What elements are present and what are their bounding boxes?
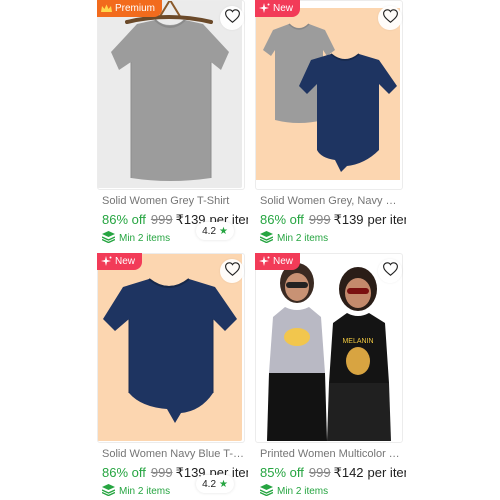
product-image[interactable] <box>255 0 400 188</box>
min-order-label: Min 2 items <box>277 486 329 497</box>
product-image[interactable] <box>97 253 242 441</box>
product-grid: Premium 4.2 ★ Solid Women Grey T-Shirt 8… <box>0 0 500 500</box>
layers-icon <box>259 231 274 246</box>
discount-label: 86% off <box>102 212 146 227</box>
rating-badge: 4.2 ★ <box>196 475 234 493</box>
product-title[interactable]: Solid Women Grey T-Shirt <box>97 195 245 207</box>
price-unit: per item <box>367 465 406 480</box>
original-price: 999 <box>308 465 331 480</box>
heart-icon <box>224 8 240 28</box>
product-title[interactable]: Solid Women Navy Blue T-Shirt <box>97 448 245 460</box>
rating-badge: 4.2 ★ <box>196 222 234 240</box>
price-unit: per item <box>367 212 406 227</box>
new-badge: New <box>255 253 301 270</box>
models-printed-tshirts-image: MELANIN <box>255 253 400 441</box>
product-card[interactable]: New 4.2 ★ Solid Women Navy Blue T-Shirt … <box>97 253 248 499</box>
shirt-print-text: MELANIN <box>342 338 373 345</box>
badge-label: New <box>115 256 136 267</box>
min-order: Min 2 items <box>255 484 406 499</box>
badge-label: Premium <box>115 3 156 14</box>
product-image[interactable]: MELANIN <box>255 253 400 441</box>
product-title[interactable]: Solid Women Grey, Navy Blue T-Shirt <box>255 195 403 207</box>
premium-badge: Premium <box>97 0 163 17</box>
crown-icon <box>101 4 112 13</box>
heart-icon <box>224 261 240 281</box>
discount-label: 85% off <box>260 465 304 480</box>
grey-navy-tshirts-image <box>255 8 400 180</box>
product-card[interactable]: Premium 4.2 ★ Solid Women Grey T-Shirt 8… <box>97 0 248 246</box>
product-title[interactable]: Printed Women Multicolor T-Shirt <box>255 448 403 460</box>
layers-icon <box>259 484 274 499</box>
min-order: Min 2 items <box>255 231 406 246</box>
wishlist-button[interactable] <box>378 6 402 30</box>
sparkle-icon <box>259 256 270 267</box>
price-row: 85% off 999 ₹142 per item <box>255 465 406 481</box>
discount-label: 86% off <box>102 465 146 480</box>
layers-icon <box>101 484 116 499</box>
rating-value: 4.2 <box>202 478 217 490</box>
heart-icon <box>382 8 398 28</box>
sale-price: ₹142 <box>333 465 364 480</box>
sparkle-icon <box>101 256 112 267</box>
sparkle-icon <box>259 3 270 14</box>
heart-icon <box>382 261 398 281</box>
new-badge: New <box>255 0 301 17</box>
badge-label: New <box>273 3 294 14</box>
navy-tshirt-image <box>103 278 237 423</box>
layers-icon <box>101 231 116 246</box>
star-icon: ★ <box>219 478 228 490</box>
sale-price: ₹139 <box>333 212 364 227</box>
wishlist-button[interactable] <box>220 6 244 30</box>
star-icon: ★ <box>219 225 228 237</box>
original-price: 999 <box>308 212 331 227</box>
product-image[interactable] <box>97 0 242 188</box>
grey-tshirt-image <box>111 0 229 181</box>
new-badge: New <box>97 253 143 270</box>
discount-label: 86% off <box>260 212 304 227</box>
min-order-label: Min 2 items <box>277 233 329 244</box>
price-row: 86% off 999 ₹139 per item <box>255 212 406 228</box>
wishlist-button[interactable] <box>220 259 244 283</box>
original-price: 999 <box>150 465 173 480</box>
badge-label: New <box>273 256 294 267</box>
product-card[interactable]: MELANIN New Printed Women Multicolor T-S… <box>255 253 406 499</box>
min-order-label: Min 2 items <box>119 486 171 497</box>
rating-value: 4.2 <box>202 225 217 237</box>
wishlist-button[interactable] <box>378 259 402 283</box>
product-card[interactable]: New Solid Women Grey, Navy Blue T-Shirt … <box>255 0 406 246</box>
original-price: 999 <box>150 212 173 227</box>
min-order-label: Min 2 items <box>119 233 171 244</box>
